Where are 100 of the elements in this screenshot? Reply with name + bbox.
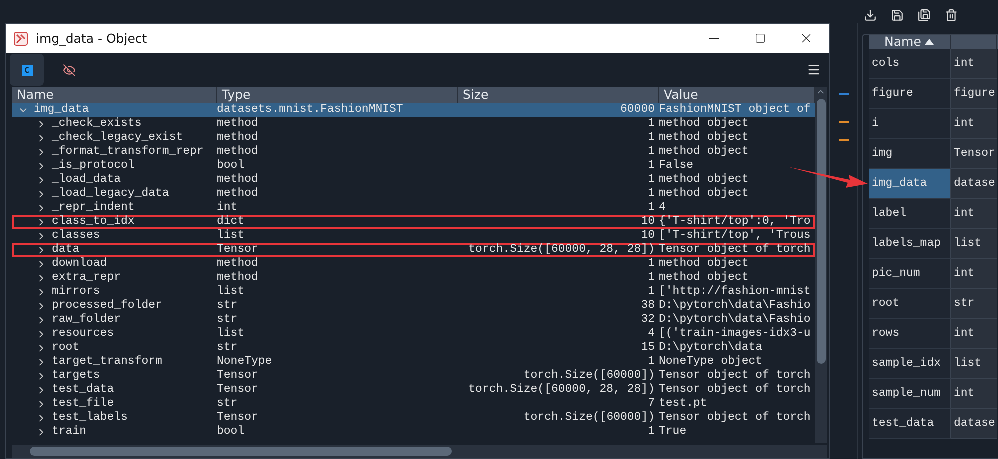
attribute-value: ['T-shirt/top', 'Trous bbox=[659, 229, 812, 243]
attribute-name: img_data bbox=[34, 103, 90, 117]
tree-row[interactable]: _check_legacy_exist method 1 method object bbox=[12, 131, 815, 145]
column-header[interactable]: Value bbox=[659, 87, 815, 103]
maximize-icon bbox=[754, 33, 766, 44]
attribute-size: 10 bbox=[640, 229, 656, 243]
attribute-name: _check_legacy_exist bbox=[52, 131, 184, 145]
tree-row[interactable]: test_labels Tensor torch.Size([60000]) Tensor object of torch bbox=[12, 411, 815, 425]
tree-row[interactable]: _check_exists method 1 method object bbox=[12, 117, 815, 131]
marker-icon bbox=[838, 139, 848, 141]
variable-name[interactable]: cols bbox=[869, 49, 951, 79]
variable-name[interactable]: img bbox=[869, 139, 951, 169]
tree-row[interactable]: download method 1 method object bbox=[12, 257, 815, 271]
tree-row[interactable]: _format_transform_repr method 1 method object bbox=[12, 145, 815, 159]
attribute-value: True bbox=[659, 425, 688, 439]
variable-name[interactable]: rows bbox=[869, 319, 951, 349]
vertical-scrollbar[interactable] bbox=[815, 87, 827, 443]
tree-row[interactable]: data Tensor torch.Size([60000, 28, 28]) Tensor object of torch bbox=[12, 243, 815, 257]
tree-row[interactable]: targets Tensor torch.Size([60000]) Tensor object of torch bbox=[12, 369, 815, 383]
attribute-type: NoneType bbox=[217, 355, 274, 369]
attribute-size: 1 bbox=[647, 425, 656, 439]
sort-up-icon bbox=[925, 39, 934, 45]
tree-row[interactable]: target_transform NoneType 1 NoneType object bbox=[12, 355, 815, 369]
attribute-size: torch.Size([60000]) bbox=[522, 411, 656, 425]
attribute-value: method object bbox=[659, 271, 750, 285]
horizontal-scrollbar[interactable] bbox=[12, 445, 827, 458]
variable-type: list bbox=[951, 349, 997, 379]
variable-name[interactable]: root bbox=[869, 289, 951, 319]
attribute-name: _repr_indent bbox=[52, 201, 135, 215]
attribute-type: bool bbox=[217, 159, 246, 173]
attribute-type: Tensor bbox=[217, 369, 260, 383]
attribute-type: Tensor bbox=[217, 383, 260, 397]
tree-row[interactable]: _repr_indent int 1 4 bbox=[12, 201, 815, 215]
class-filter-button[interactable]: C bbox=[10, 54, 44, 86]
tree-row[interactable]: processed_folder str 38 D:\pytorch\data\Fashio bbox=[12, 299, 815, 313]
variable-name[interactable]: pic_num bbox=[869, 259, 951, 289]
attribute-type: method bbox=[217, 145, 260, 159]
tree-row[interactable]: raw_folder str 32 D:\pytorch\data\Fashio bbox=[12, 313, 815, 327]
attribute-value: D:\pytorch\data\Fashio bbox=[659, 299, 812, 313]
attribute-type: bool bbox=[217, 425, 246, 439]
variable-type: datase bbox=[951, 409, 997, 439]
attribute-size: 1 bbox=[647, 131, 656, 145]
variable-name[interactable]: labels_map bbox=[869, 229, 951, 259]
tree-row[interactable]: mirrors list 1 ['http://fashion-mnist bbox=[12, 285, 815, 299]
variable-name[interactable]: figure bbox=[869, 79, 951, 109]
tree-row[interactable]: extra_repr method 1 method object bbox=[12, 271, 815, 285]
save-icon[interactable] bbox=[891, 8, 904, 22]
attribute-name: mirrors bbox=[52, 285, 100, 299]
attribute-type: str bbox=[217, 341, 239, 355]
column-header[interactable]: Name bbox=[12, 87, 217, 103]
attribute-value: ['http://fashion-mnist bbox=[659, 285, 812, 299]
tree-row[interactable]: root str 15 D:\pytorch\data bbox=[12, 341, 815, 355]
attribute-type: Tensor bbox=[217, 411, 260, 425]
trash-icon[interactable] bbox=[945, 8, 958, 22]
attribute-name: test_data bbox=[52, 383, 114, 397]
attribute-type: method bbox=[217, 257, 260, 271]
attribute-size: 38 bbox=[640, 299, 656, 313]
variable-name[interactable]: sample_idx bbox=[869, 349, 951, 379]
tree-row[interactable]: train bool 1 True bbox=[12, 425, 815, 439]
attribute-value: False bbox=[659, 159, 695, 173]
variable-name[interactable]: sample_num bbox=[869, 379, 951, 409]
variable-name[interactable]: img_data bbox=[869, 169, 951, 199]
save-as-icon[interactable] bbox=[918, 8, 931, 22]
tree-row[interactable]: img_data datasets.mnist.FashionMNIST 60000 FashionMNIST object of bbox=[12, 103, 815, 117]
tree-row[interactable]: test_file str 7 test.pt bbox=[12, 397, 815, 411]
variable-name[interactable]: i bbox=[869, 109, 951, 139]
attribute-type: datasets.mnist.FashionMNIST bbox=[217, 103, 404, 117]
attribute-value: Tensor object of torch bbox=[659, 411, 812, 425]
tree-row[interactable]: _is_protocol bool 1 False bbox=[12, 159, 815, 173]
variable-name[interactable]: label bbox=[869, 199, 951, 229]
attribute-value: method object bbox=[659, 131, 750, 145]
attribute-name: raw_folder bbox=[52, 313, 122, 327]
attribute-name: _check_exists bbox=[52, 117, 142, 131]
attribute-size: 1 bbox=[647, 355, 656, 369]
attribute-size: 15 bbox=[640, 341, 656, 355]
attribute-size: 60000 bbox=[619, 103, 656, 117]
attribute-name: _is_protocol bbox=[52, 159, 135, 173]
tree-row[interactable]: class_to_idx dict 10 {'T-shirt/top':0, 'Tro bbox=[12, 215, 815, 229]
window-title: img_data - Object bbox=[36, 31, 148, 46]
attribute-type: method bbox=[217, 117, 260, 131]
attribute-name: _load_legacy_data bbox=[52, 187, 170, 201]
column-header[interactable]: Size bbox=[458, 87, 659, 103]
column-header[interactable]: Type bbox=[217, 87, 458, 103]
tree-row[interactable]: resources list 4 [('train-images-idx3-u bbox=[12, 327, 815, 341]
variable-type: int bbox=[951, 259, 997, 289]
tree-row[interactable]: test_data Tensor torch.Size([60000, 28, 28]) Tensor object of torch bbox=[12, 383, 815, 397]
import-icon[interactable] bbox=[864, 8, 877, 22]
tree-row[interactable]: _load_legacy_data method 1 method object bbox=[12, 187, 815, 201]
app-logo-icon bbox=[14, 32, 28, 46]
attribute-value: method object bbox=[659, 145, 750, 159]
attribute-value: D:\pytorch\data\Fashio bbox=[659, 313, 812, 327]
tree-row[interactable]: _load_data method 1 method object bbox=[12, 173, 815, 187]
attribute-value: test.pt bbox=[659, 397, 708, 411]
attribute-size: 1 bbox=[647, 145, 656, 159]
menu-icon[interactable] bbox=[807, 63, 821, 77]
variable-type: figure bbox=[951, 79, 997, 109]
attribute-value: Tensor object of torch bbox=[659, 369, 812, 383]
tree-row[interactable]: classes list 10 ['T-shirt/top', 'Trous bbox=[12, 229, 815, 243]
marker-icon bbox=[838, 93, 848, 95]
variable-name[interactable]: test_data bbox=[869, 409, 951, 439]
